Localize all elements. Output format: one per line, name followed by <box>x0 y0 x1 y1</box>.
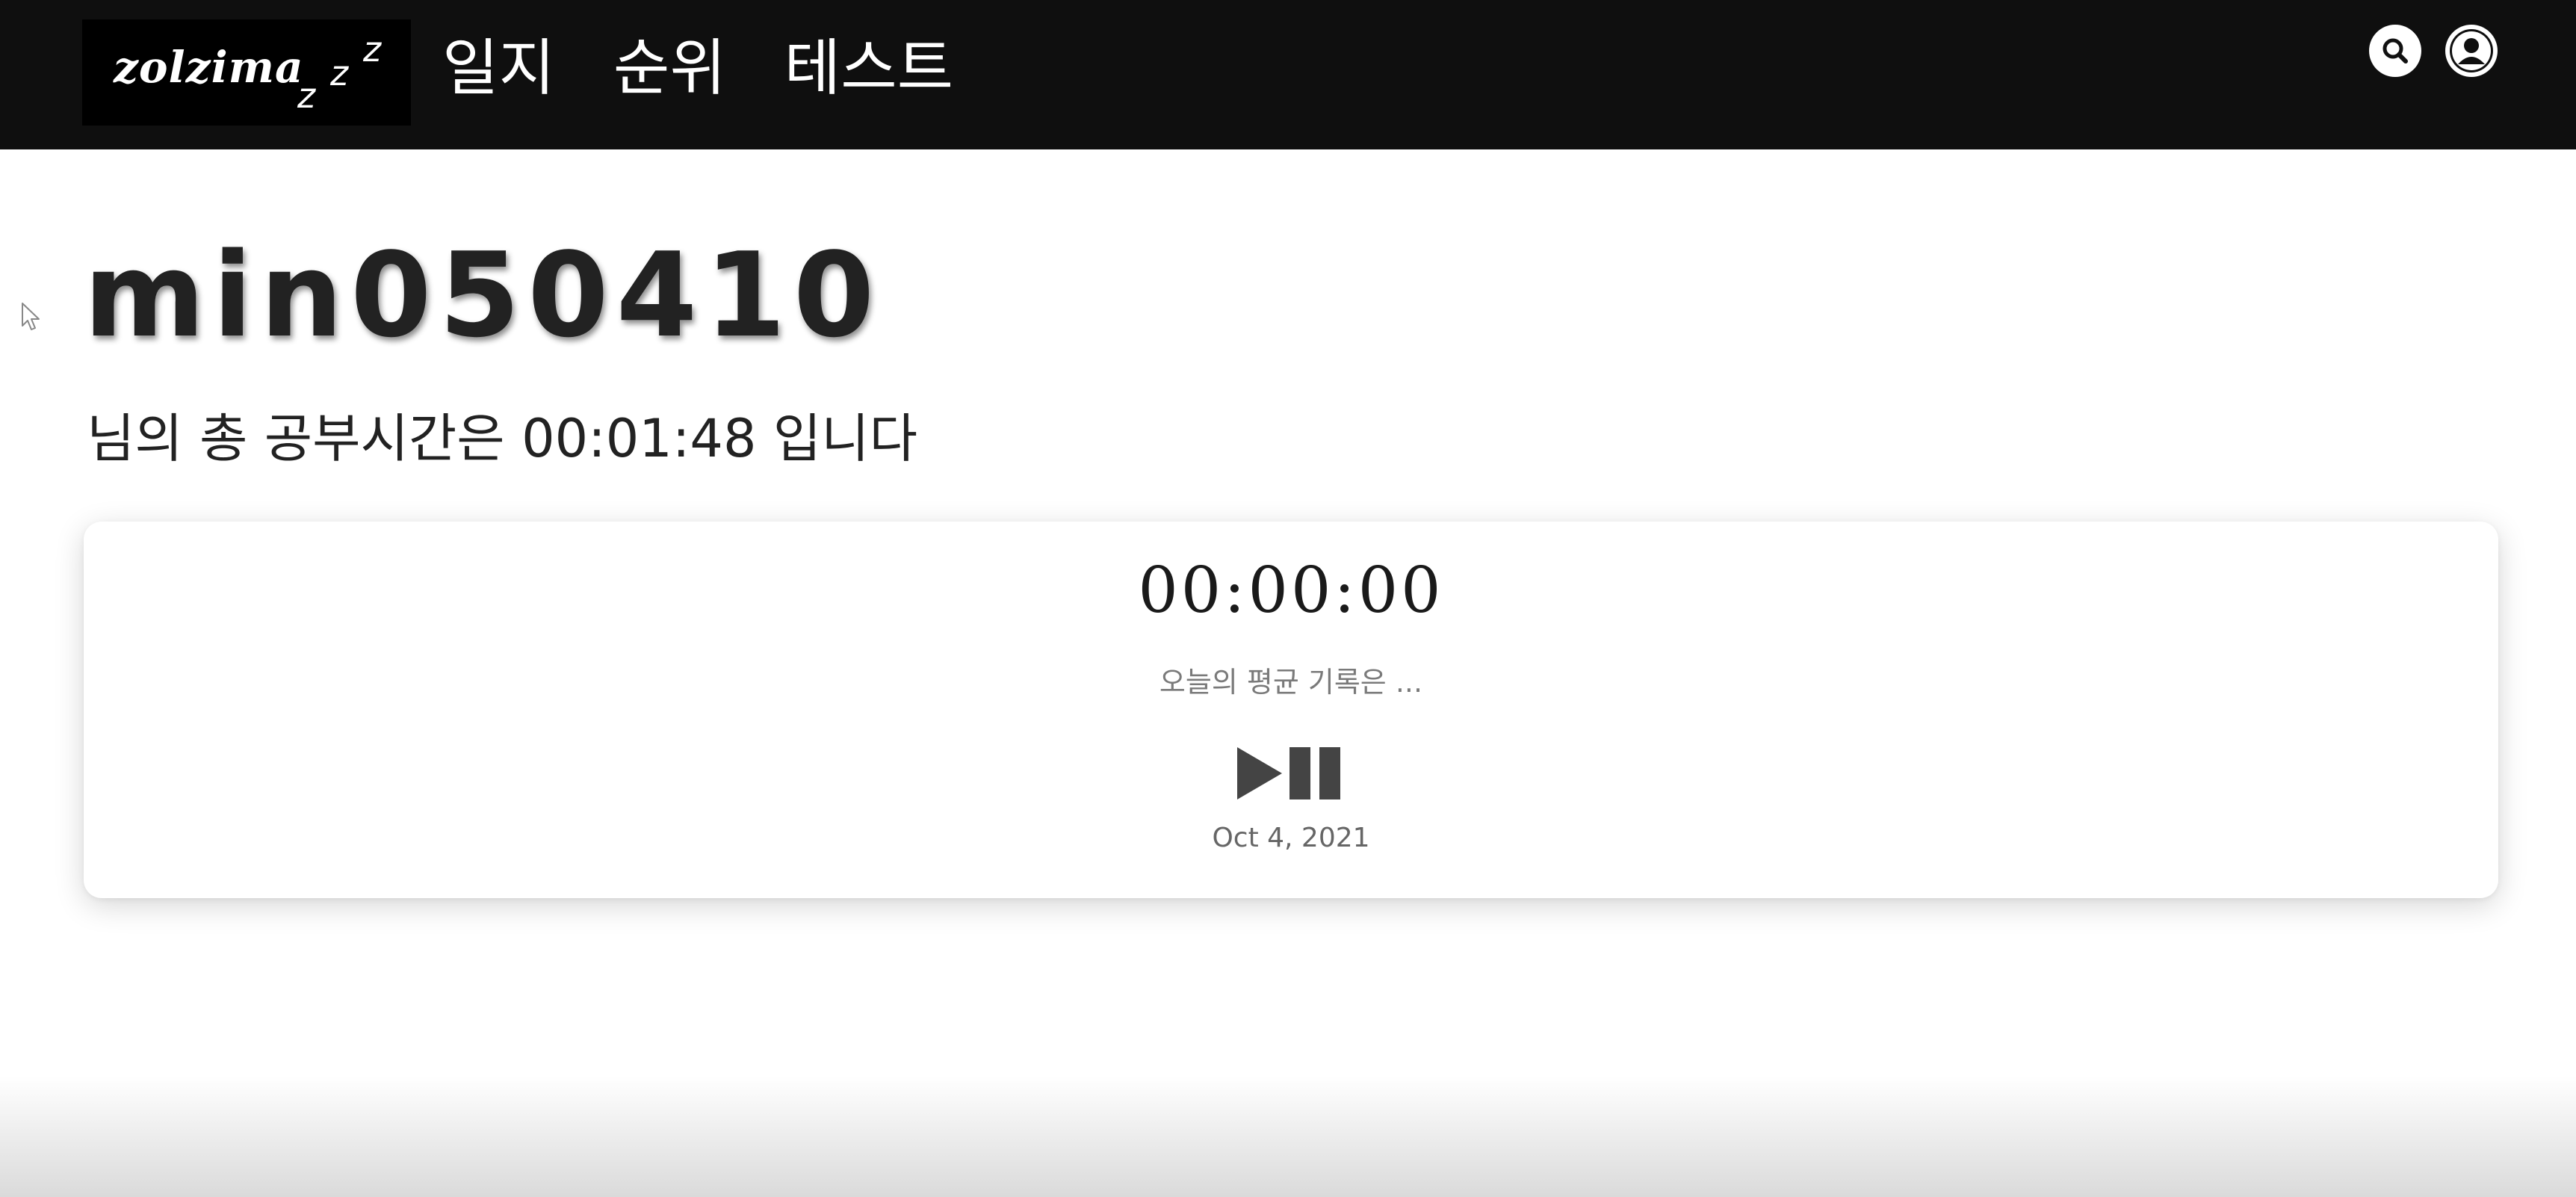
zolzima-logo[interactable]: zolzima z z z <box>82 19 411 126</box>
svg-text:z: z <box>329 53 349 93</box>
mouse-cursor-icon <box>22 303 40 330</box>
bottom-fade-overlay <box>0 1076 2576 1197</box>
top-navbar: zolzima z z z 일지 순위 테스트 <box>0 0 2576 149</box>
main-nav: 일지 순위 테스트 <box>442 31 953 106</box>
svg-text:z: z <box>362 29 382 69</box>
nav-link-test[interactable]: 테스트 <box>784 31 953 106</box>
total-study-time: 님의 총 공부시간은 00:01:48 입니다 <box>87 405 917 472</box>
total-time-suffix: 입니다 <box>773 408 918 469</box>
date-label: Oct 4, 2021 <box>1212 823 1370 853</box>
total-time-value: 00:01:48 <box>521 408 757 469</box>
logo-text: zolzima <box>114 42 304 93</box>
play-pause-button[interactable] <box>1236 746 1343 801</box>
total-time-prefix: 님의 총 공부시간은 <box>87 408 505 469</box>
sleep-zzz-icon: z z z <box>297 29 382 115</box>
nav-link-ranking[interactable]: 순위 <box>613 31 726 106</box>
user-profile-icon[interactable] <box>2445 24 2498 78</box>
nav-link-journal[interactable]: 일지 <box>442 31 555 106</box>
timer-display: 00:00:00 <box>1138 554 1444 627</box>
timer-card: 00:00:00 오늘의 평균 기록은 ... Oct 4, 2021 <box>84 522 2498 898</box>
play-pause-icon <box>1237 747 1340 799</box>
username-heading: min050410 <box>84 227 882 363</box>
search-icon[interactable] <box>2368 24 2422 78</box>
average-record-text: 오늘의 평균 기록은 ... <box>1159 666 1423 699</box>
svg-text:z: z <box>297 75 316 115</box>
